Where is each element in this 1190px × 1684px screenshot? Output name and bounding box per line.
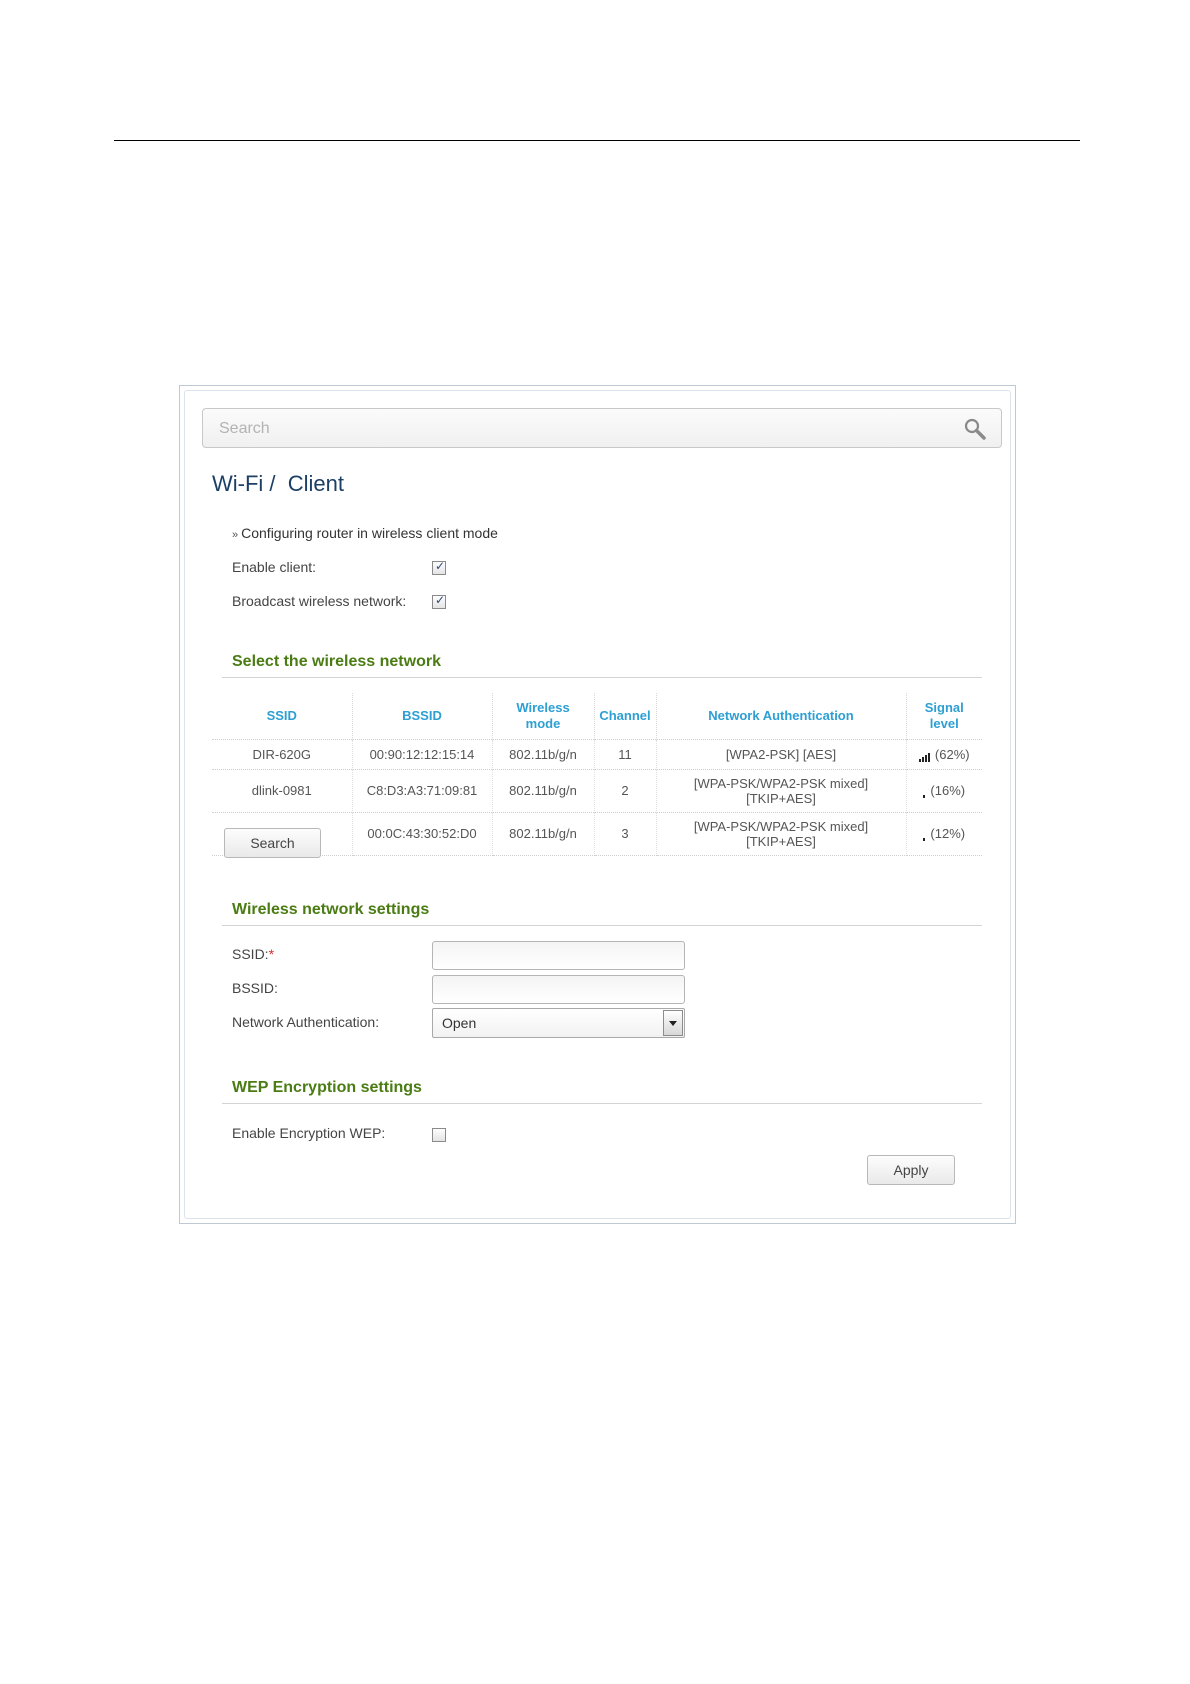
auth-line: [TKIP+AES] [746,790,816,806]
signal-percent: (12%) [930,826,966,841]
cell-channel: 2 [594,768,657,812]
cell-bssid: C8:D3:A3:71:09:81 [352,768,493,812]
cell-mode: 802.11b/g/n [492,738,595,769]
search-bar[interactable] [202,408,1002,448]
signal-percent: (16%) [930,783,966,798]
signal-bar [923,838,926,841]
wep-settings-title: WEP Encryption settings [232,1079,422,1096]
bssid-input[interactable] [432,975,685,1004]
cell-ssid: dlink-0981 [212,768,353,812]
search-icon[interactable] [964,418,986,440]
page-title: Wi-Fi / Client [212,471,344,497]
signal-bar [924,754,927,762]
page-description: » Configuring router in wireless client m… [232,525,498,541]
signal-bars-icon [923,783,926,798]
broadcast-label: Broadcast wireless network: [232,593,407,609]
cell-signal: (62%) [906,738,982,769]
breadcrumb-section[interactable]: Wi-Fi / [212,471,276,496]
search-networks-button[interactable]: Search [224,828,321,858]
column-header-channel[interactable]: Channel [594,693,657,739]
column-header-bssid[interactable]: BSSID [352,693,493,739]
section-divider [222,1103,982,1104]
table-row[interactable]: dir-300nru 00:0C:43:30:52:D0 802.11b/g/n… [212,811,982,856]
check-icon: ✓ [435,593,446,607]
cell-signal: (12%) [906,811,982,856]
column-header-mode[interactable]: Wireless mode [492,693,595,739]
auth-line: [WPA2-PSK] [AES] [725,746,837,762]
networks-table: SSID BSSID Wireless mode Channel Network … [212,693,982,856]
header-line: mode [525,715,561,731]
description-text: Configuring router in wireless client mo… [241,525,498,541]
section-divider [222,925,982,926]
auth-line: [TKIP+AES] [746,833,816,849]
signal-bars-icon [918,747,931,762]
select-network-title: Select the wireless network [232,653,441,670]
table-row[interactable]: DIR-620G 00:90:12:12:15:14 802.11b/g/n 1… [212,738,982,769]
wep-enable-checkbox[interactable] [432,1128,446,1142]
apply-button[interactable]: Apply [867,1155,955,1185]
ssid-label-text: SSID: [232,946,269,962]
wep-enable-label: Enable Encryption WEP: [232,1125,386,1141]
cell-auth: [WPA2-PSK] [AES] [656,738,907,769]
ssid-input[interactable] [432,941,685,970]
table-header-row: SSID BSSID Wireless mode Channel Network … [212,693,982,739]
signal-bar [927,752,930,762]
page-header-rule [114,140,1080,141]
chevron-right-icon: » [232,529,239,541]
auth-line: [WPA-PSK/WPA2-PSK mixed] [693,818,869,834]
enable-client-label: Enable client: [232,559,317,575]
cell-channel: 11 [594,738,657,769]
screenshot-frame: Wi-Fi / Client »Configuring router in wi… [179,385,1016,1224]
search-input[interactable] [219,418,959,440]
signal-percent: (62%) [934,746,970,762]
signal-bar [918,758,921,762]
column-header-ssid[interactable]: SSID [212,693,353,739]
section-divider [222,677,982,678]
signal-bar [921,756,924,762]
ssid-label: SSID:* [232,946,274,962]
auth-label: Network Authentication: [232,1014,380,1030]
cell-auth: [WPA-PSK/WPA2-PSK mixed] [TKIP+AES] [656,768,907,812]
column-header-auth[interactable]: Network Authentication [656,693,907,739]
cell-bssid: 00:0C:43:30:52:D0 [352,811,493,856]
header-line: level [929,715,959,731]
bssid-label: BSSID: [232,980,278,996]
enable-client-checkbox[interactable]: ✓ [432,559,446,575]
signal-bars-icon [923,826,926,841]
cell-signal: (16%) [906,768,982,812]
signal-bar [923,795,926,798]
table-row[interactable]: dlink-0981 C8:D3:A3:71:09:81 802.11b/g/n… [212,768,982,812]
wireless-settings-title: Wireless network settings [232,901,430,918]
cell-channel: 3 [594,811,657,856]
column-header-signal[interactable]: Signal level [906,693,982,739]
cell-auth: [WPA-PSK/WPA2-PSK mixed] [TKIP+AES] [656,811,907,856]
auth-select-value: Open [442,1015,477,1031]
header-line: Signal [924,699,964,715]
cell-mode: 802.11b/g/n [492,768,595,812]
cell-bssid: 00:90:12:12:15:14 [352,738,493,769]
auth-line: [WPA-PSK/WPA2-PSK mixed] [693,775,869,791]
check-icon: ✓ [435,559,446,573]
breadcrumb-page: Client [287,471,345,496]
auth-select[interactable]: Open [432,1008,685,1038]
chevron-down-icon[interactable] [663,1010,683,1036]
header-line: Wireless [516,699,570,715]
required-mark: * [268,946,275,962]
broadcast-checkbox[interactable]: ✓ [432,593,446,609]
cell-mode: 802.11b/g/n [492,811,595,856]
cell-ssid: DIR-620G [212,738,353,769]
settings-panel: Wi-Fi / Client »Configuring router in wi… [184,390,1011,1219]
